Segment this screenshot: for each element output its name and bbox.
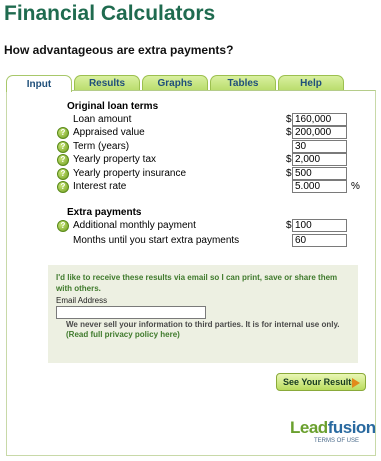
- tab-help[interactable]: Help: [278, 75, 344, 91]
- leadfusion-logo: Leadfusion TERMS OF USE: [290, 418, 376, 448]
- interest-rate-input[interactable]: [292, 180, 347, 193]
- logo-fusion: fusion: [327, 418, 377, 437]
- logo-lead: Lead: [290, 418, 328, 437]
- section-heading-loan-terms: Original loan terms: [67, 101, 159, 112]
- label-term-years: Term (years): [73, 141, 130, 152]
- currency-symbol: $: [286, 154, 292, 165]
- term-years-input[interactable]: [292, 140, 347, 153]
- see-results-label: See Your Results: [283, 377, 357, 387]
- label-loan-amount: Loan amount: [73, 114, 132, 125]
- row-months-until-start: Months until you start extra payments: [57, 234, 377, 248]
- currency-symbol: $: [286, 168, 292, 179]
- logo-wordmark: Leadfusion: [290, 418, 376, 438]
- help-icon[interactable]: ?: [57, 220, 69, 232]
- email-message: I'd like to receive these results via em…: [56, 273, 338, 293]
- email-field-label: Email Address: [56, 296, 108, 305]
- help-icon[interactable]: ?: [57, 141, 69, 153]
- see-results-button[interactable]: See Your Results: [276, 373, 366, 391]
- help-icon[interactable]: ?: [57, 181, 69, 193]
- terms-of-use-link[interactable]: TERMS OF USE: [314, 438, 359, 444]
- page-question: How advantageous are extra payments?: [4, 43, 234, 57]
- privacy-notice: We never sell your information to third …: [66, 320, 356, 340]
- label-appraised-value: Appraised value: [73, 127, 145, 138]
- email-results-box: I'd like to receive these results via em…: [48, 265, 358, 363]
- help-icon[interactable]: ?: [57, 168, 69, 180]
- label-months-until-start: Months until you start extra payments: [73, 235, 240, 246]
- row-appraised-value: ? Appraised value $: [57, 126, 377, 140]
- tab-graphs[interactable]: Graphs: [142, 75, 208, 91]
- section-heading-extra-payments: Extra payments: [67, 207, 142, 218]
- appraised-value-input[interactable]: [292, 126, 347, 139]
- percent-symbol: %: [351, 181, 360, 192]
- loan-amount-input[interactable]: [292, 113, 347, 126]
- tab-input[interactable]: Input: [6, 75, 72, 92]
- label-property-insurance: Yearly property insurance: [73, 168, 187, 179]
- currency-symbol: $: [286, 220, 292, 231]
- row-additional-payment: ? Additional monthly payment $: [57, 219, 377, 233]
- tab-tables[interactable]: Tables: [210, 75, 276, 91]
- privacy-policy-link[interactable]: (Read full privacy policy here): [66, 330, 180, 339]
- label-additional-payment: Additional monthly payment: [73, 220, 196, 231]
- additional-payment-input[interactable]: [292, 219, 347, 232]
- label-interest-rate: Interest rate: [73, 181, 127, 192]
- months-until-start-input[interactable]: [292, 234, 347, 247]
- app-title: Financial Calculators: [4, 2, 216, 25]
- row-interest-rate: ? Interest rate %: [57, 180, 377, 194]
- label-property-tax: Yearly property tax: [73, 154, 157, 165]
- tab-bar: Input Results Graphs Tables Help: [6, 75, 346, 92]
- currency-symbol: $: [286, 114, 292, 125]
- row-property-tax: ? Yearly property tax $: [57, 153, 377, 167]
- help-icon[interactable]: ?: [57, 154, 69, 166]
- play-arrow-icon: [352, 378, 360, 388]
- property-tax-input[interactable]: [292, 153, 347, 166]
- privacy-text: We never sell your information to third …: [66, 320, 340, 329]
- currency-symbol: $: [286, 127, 292, 138]
- tab-results[interactable]: Results: [74, 75, 140, 91]
- email-field[interactable]: [56, 306, 206, 319]
- help-icon[interactable]: ?: [57, 127, 69, 139]
- property-insurance-input[interactable]: [292, 167, 347, 180]
